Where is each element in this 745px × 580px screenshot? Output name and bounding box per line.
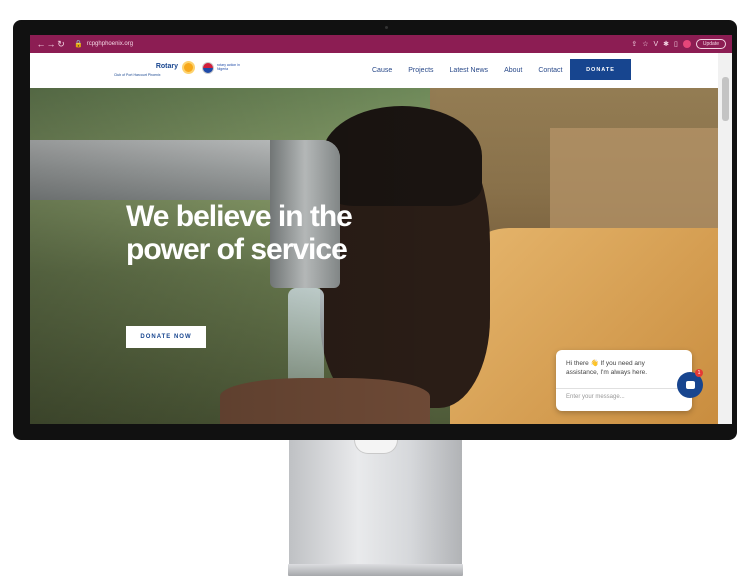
nav-item-latest-news[interactable]: Latest News (450, 67, 489, 74)
logo-text: Rotary (155, 63, 178, 70)
logo-subtitle: Club of Port Harcourt Phoenix (114, 73, 161, 77)
extension-v-icon[interactable]: V (653, 41, 658, 48)
rotary-wheel-icon (182, 61, 195, 74)
donate-button[interactable]: DONATE (570, 59, 631, 80)
scrollbar[interactable] (718, 53, 732, 424)
nav-item-about[interactable]: About (504, 67, 522, 74)
chat-message-input[interactable]: Enter your message... (566, 394, 625, 400)
scrollbar-thumb[interactable] (722, 77, 729, 121)
sidebar-icon[interactable]: ▯ (674, 40, 678, 48)
star-icon[interactable]: ☆ (642, 40, 648, 48)
nav-item-cause[interactable]: Cause (372, 67, 392, 74)
nav-item-projects[interactable]: Projects (408, 67, 433, 74)
chat-unread-badge: 1 (695, 369, 703, 377)
reload-icon[interactable]: ↻ (56, 39, 66, 50)
monitor-frame: ← → ↻ 🔒 rcpghphoenix.org ⇪ ☆ V ✱ ▯ Updat… (13, 20, 737, 440)
address-bar[interactable]: rcpghphoenix.org (87, 41, 133, 47)
site-logo[interactable]: Rotary Club of Port Harcourt Phoenix rot… (114, 60, 240, 82)
nav-item-contact[interactable]: Contact (538, 67, 562, 74)
screen: ← → ↻ 🔒 rcpghphoenix.org ⇪ ☆ V ✱ ▯ Updat… (30, 35, 732, 424)
stand-foot (288, 564, 463, 576)
main-nav: Cause Projects Latest News About Contact (372, 67, 562, 74)
forward-icon[interactable]: → (46, 39, 56, 49)
chat-icon (685, 381, 695, 389)
profile-avatar[interactable] (682, 40, 691, 48)
camera-dot (385, 26, 388, 29)
chat-popup: Hi there 👋 If you need any assistance, I… (556, 350, 692, 411)
lock-icon: 🔒 (74, 41, 83, 48)
partner-logo-icon (202, 62, 214, 74)
site-header: Rotary Club of Port Harcourt Phoenix rot… (30, 53, 718, 88)
share-icon[interactable]: ⇪ (631, 40, 637, 48)
browser-toolbar: ← → ↻ 🔒 rcpghphoenix.org ⇪ ☆ V ✱ ▯ Updat… (30, 35, 732, 53)
update-button[interactable]: Update (695, 39, 726, 49)
monitor-stand (289, 440, 462, 566)
partner-logo-text: rotary action in Nigeria (217, 63, 240, 71)
chat-divider (556, 388, 692, 389)
hero-headline: We believe in the power of service (126, 200, 353, 266)
donate-now-button[interactable]: DONATE NOW (126, 326, 206, 348)
toolbar-actions: ⇪ ☆ V ✱ ▯ Update (631, 39, 726, 49)
chat-greeting: Hi there 👋 If you need any assistance, I… (566, 360, 648, 376)
puzzle-icon[interactable]: ✱ (663, 40, 669, 48)
back-icon[interactable]: ← (36, 39, 46, 49)
